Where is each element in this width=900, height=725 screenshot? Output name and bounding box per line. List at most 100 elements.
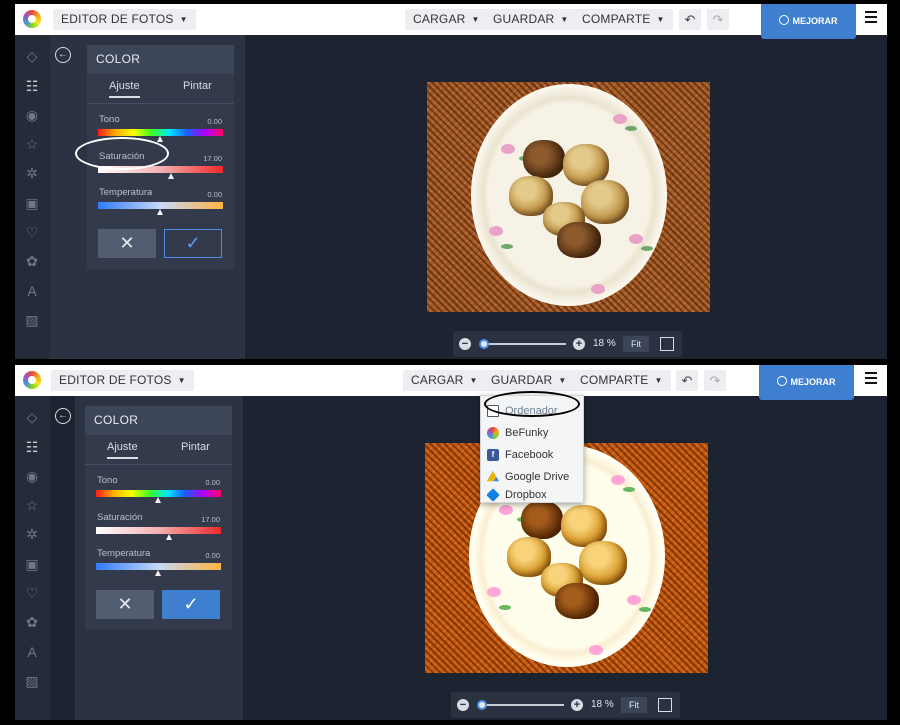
fit-button[interactable]: Fit xyxy=(623,336,649,352)
zoom-in-icon[interactable]: + xyxy=(573,338,585,350)
zoom-slider-knob[interactable] xyxy=(479,339,489,349)
tono-slider[interactable] xyxy=(96,490,221,497)
layers-icon[interactable]: ◇ xyxy=(24,409,40,425)
mejorar-button[interactable]: MEJORAR xyxy=(759,365,854,400)
guardar-label: GUARDAR xyxy=(493,12,555,26)
tono-slider[interactable] xyxy=(98,129,223,136)
zoom-in-icon[interactable]: + xyxy=(571,699,583,711)
temperatura-slider-thumb[interactable] xyxy=(155,570,161,576)
tab-pintar[interactable]: Pintar xyxy=(181,441,210,453)
saturacion-label: Saturación xyxy=(97,512,143,523)
undo-icon[interactable]: ↶ xyxy=(676,370,698,391)
zoom-out-icon[interactable]: − xyxy=(459,338,471,350)
redo-icon[interactable]: ↷ xyxy=(707,9,729,30)
menu-item-facebook[interactable]: f Facebook xyxy=(481,444,585,466)
photo-canvas[interactable] xyxy=(427,82,710,312)
menu-item-google-drive[interactable]: Google Drive xyxy=(481,466,585,488)
temperatura-slider[interactable] xyxy=(96,563,221,570)
heart-icon[interactable]: ♡ xyxy=(24,224,40,240)
back-arrow-icon[interactable]: ← xyxy=(55,408,71,424)
text-icon[interactable]: A xyxy=(24,644,40,660)
apply-button[interactable]: ✓ xyxy=(162,590,220,619)
zoom-out-icon[interactable]: − xyxy=(457,699,469,711)
tono-slider-thumb[interactable] xyxy=(157,136,163,142)
temperatura-slider-thumb[interactable] xyxy=(157,209,163,215)
hamburger-menu-icon[interactable] xyxy=(865,11,877,25)
top-bar: EDITOR DE FOTOS ▼ CARGAR ▼ GUARDAR ▼ COMPAR… xyxy=(15,365,887,400)
saturacion-slider-thumb[interactable] xyxy=(166,534,173,540)
editor-screenshot-bottom: EDITOR DE FOTOS ▼ CARGAR ▼ GUARDAR ▼ COMPAR… xyxy=(15,365,887,720)
tono-value: 0.00 xyxy=(207,117,222,126)
cancel-button[interactable]: ✕ xyxy=(96,590,154,619)
heart-icon[interactable]: ♡ xyxy=(24,585,40,601)
editor-menu-button[interactable]: EDITOR DE FOTOS ▼ xyxy=(53,9,196,30)
menu-item-label: Google Drive xyxy=(505,471,570,483)
zoom-slider[interactable] xyxy=(481,343,566,345)
hamburger-menu-icon[interactable] xyxy=(865,372,877,386)
sliders-icon[interactable]: ☷ xyxy=(24,439,40,455)
saturacion-value: 17.00 xyxy=(203,154,222,163)
fullscreen-icon[interactable] xyxy=(658,698,672,712)
editor-menu-button[interactable]: EDITOR DE FOTOS ▼ xyxy=(51,370,194,391)
saturacion-slider[interactable] xyxy=(96,527,221,534)
chevron-down-icon: ▼ xyxy=(560,15,569,24)
effects-icon[interactable]: ✲ xyxy=(24,526,40,542)
saturacion-slider-thumb[interactable] xyxy=(168,173,175,179)
comparte-label: COMPARTE xyxy=(582,12,651,26)
comparte-button[interactable]: COMPARTE ▼ xyxy=(574,9,673,30)
eye-icon[interactable]: ◉ xyxy=(24,107,40,123)
menu-item-dropbox[interactable]: Dropbox xyxy=(481,488,585,504)
redo-icon[interactable]: ↷ xyxy=(704,370,726,391)
ordenador-highlight-ellipse xyxy=(484,391,580,417)
menu-item-befunky[interactable]: BeFunky xyxy=(481,422,585,444)
badge-icon[interactable]: ✿ xyxy=(24,614,40,630)
zoom-slider-knob[interactable] xyxy=(477,700,487,710)
sliders-icon[interactable]: ☷ xyxy=(24,78,40,94)
zoom-slider[interactable] xyxy=(479,704,564,706)
cargar-button[interactable]: CARGAR ▼ xyxy=(405,9,488,30)
tab-divider xyxy=(85,464,232,465)
cargar-label: CARGAR xyxy=(413,12,466,26)
apply-button[interactable]: ✓ xyxy=(164,229,222,258)
befunky-logo-icon[interactable] xyxy=(23,10,41,28)
back-arrow-icon[interactable]: ← xyxy=(55,47,71,63)
menu-item-label: BeFunky xyxy=(505,427,549,439)
frame-icon[interactable]: ▣ xyxy=(24,556,40,572)
cargar-button[interactable]: CARGAR ▼ xyxy=(403,370,486,391)
saturacion-highlight-ellipse xyxy=(75,137,169,170)
guardar-button[interactable]: GUARDAR ▼ xyxy=(485,9,577,30)
layers-icon[interactable]: ◇ xyxy=(24,48,40,64)
tono-slider-thumb[interactable] xyxy=(155,497,161,503)
badge-icon[interactable]: ✿ xyxy=(24,253,40,269)
fit-button[interactable]: Fit xyxy=(621,697,647,713)
tab-ajuste[interactable]: Ajuste xyxy=(107,441,138,459)
tab-divider xyxy=(87,103,234,104)
eye-icon[interactable]: ◉ xyxy=(24,468,40,484)
tab-pintar[interactable]: Pintar xyxy=(183,80,212,92)
tono-label: Tono xyxy=(97,475,118,486)
undo-icon[interactable]: ↶ xyxy=(679,9,701,30)
frame-icon[interactable]: ▣ xyxy=(24,195,40,211)
plate-image xyxy=(471,84,667,306)
effects-icon[interactable]: ✲ xyxy=(24,165,40,181)
mejorar-button[interactable]: MEJORAR xyxy=(761,4,856,39)
zoom-percent: 18 % xyxy=(593,338,616,349)
mejorar-label: MEJORAR xyxy=(792,16,838,26)
temperatura-slider[interactable] xyxy=(98,202,223,209)
temperatura-label: Temperatura xyxy=(99,187,153,198)
star-icon[interactable]: ☆ xyxy=(24,136,40,152)
tab-ajuste[interactable]: Ajuste xyxy=(109,80,140,98)
guardar-button[interactable]: GUARDAR ▼ xyxy=(483,370,575,391)
cargar-label: CARGAR xyxy=(411,373,464,387)
fullscreen-icon[interactable] xyxy=(660,337,674,351)
panel-title: COLOR xyxy=(85,406,232,435)
befunky-logo-icon[interactable] xyxy=(23,371,41,389)
texture-icon[interactable]: ▨ xyxy=(24,312,40,328)
chevron-down-icon: ▼ xyxy=(179,15,188,24)
cancel-button[interactable]: ✕ xyxy=(98,229,156,258)
star-icon[interactable]: ☆ xyxy=(24,497,40,513)
comparte-button[interactable]: COMPARTE ▼ xyxy=(572,370,671,391)
text-icon[interactable]: A xyxy=(24,283,40,299)
texture-icon[interactable]: ▨ xyxy=(24,673,40,689)
saturacion-value: 17.00 xyxy=(201,515,220,524)
